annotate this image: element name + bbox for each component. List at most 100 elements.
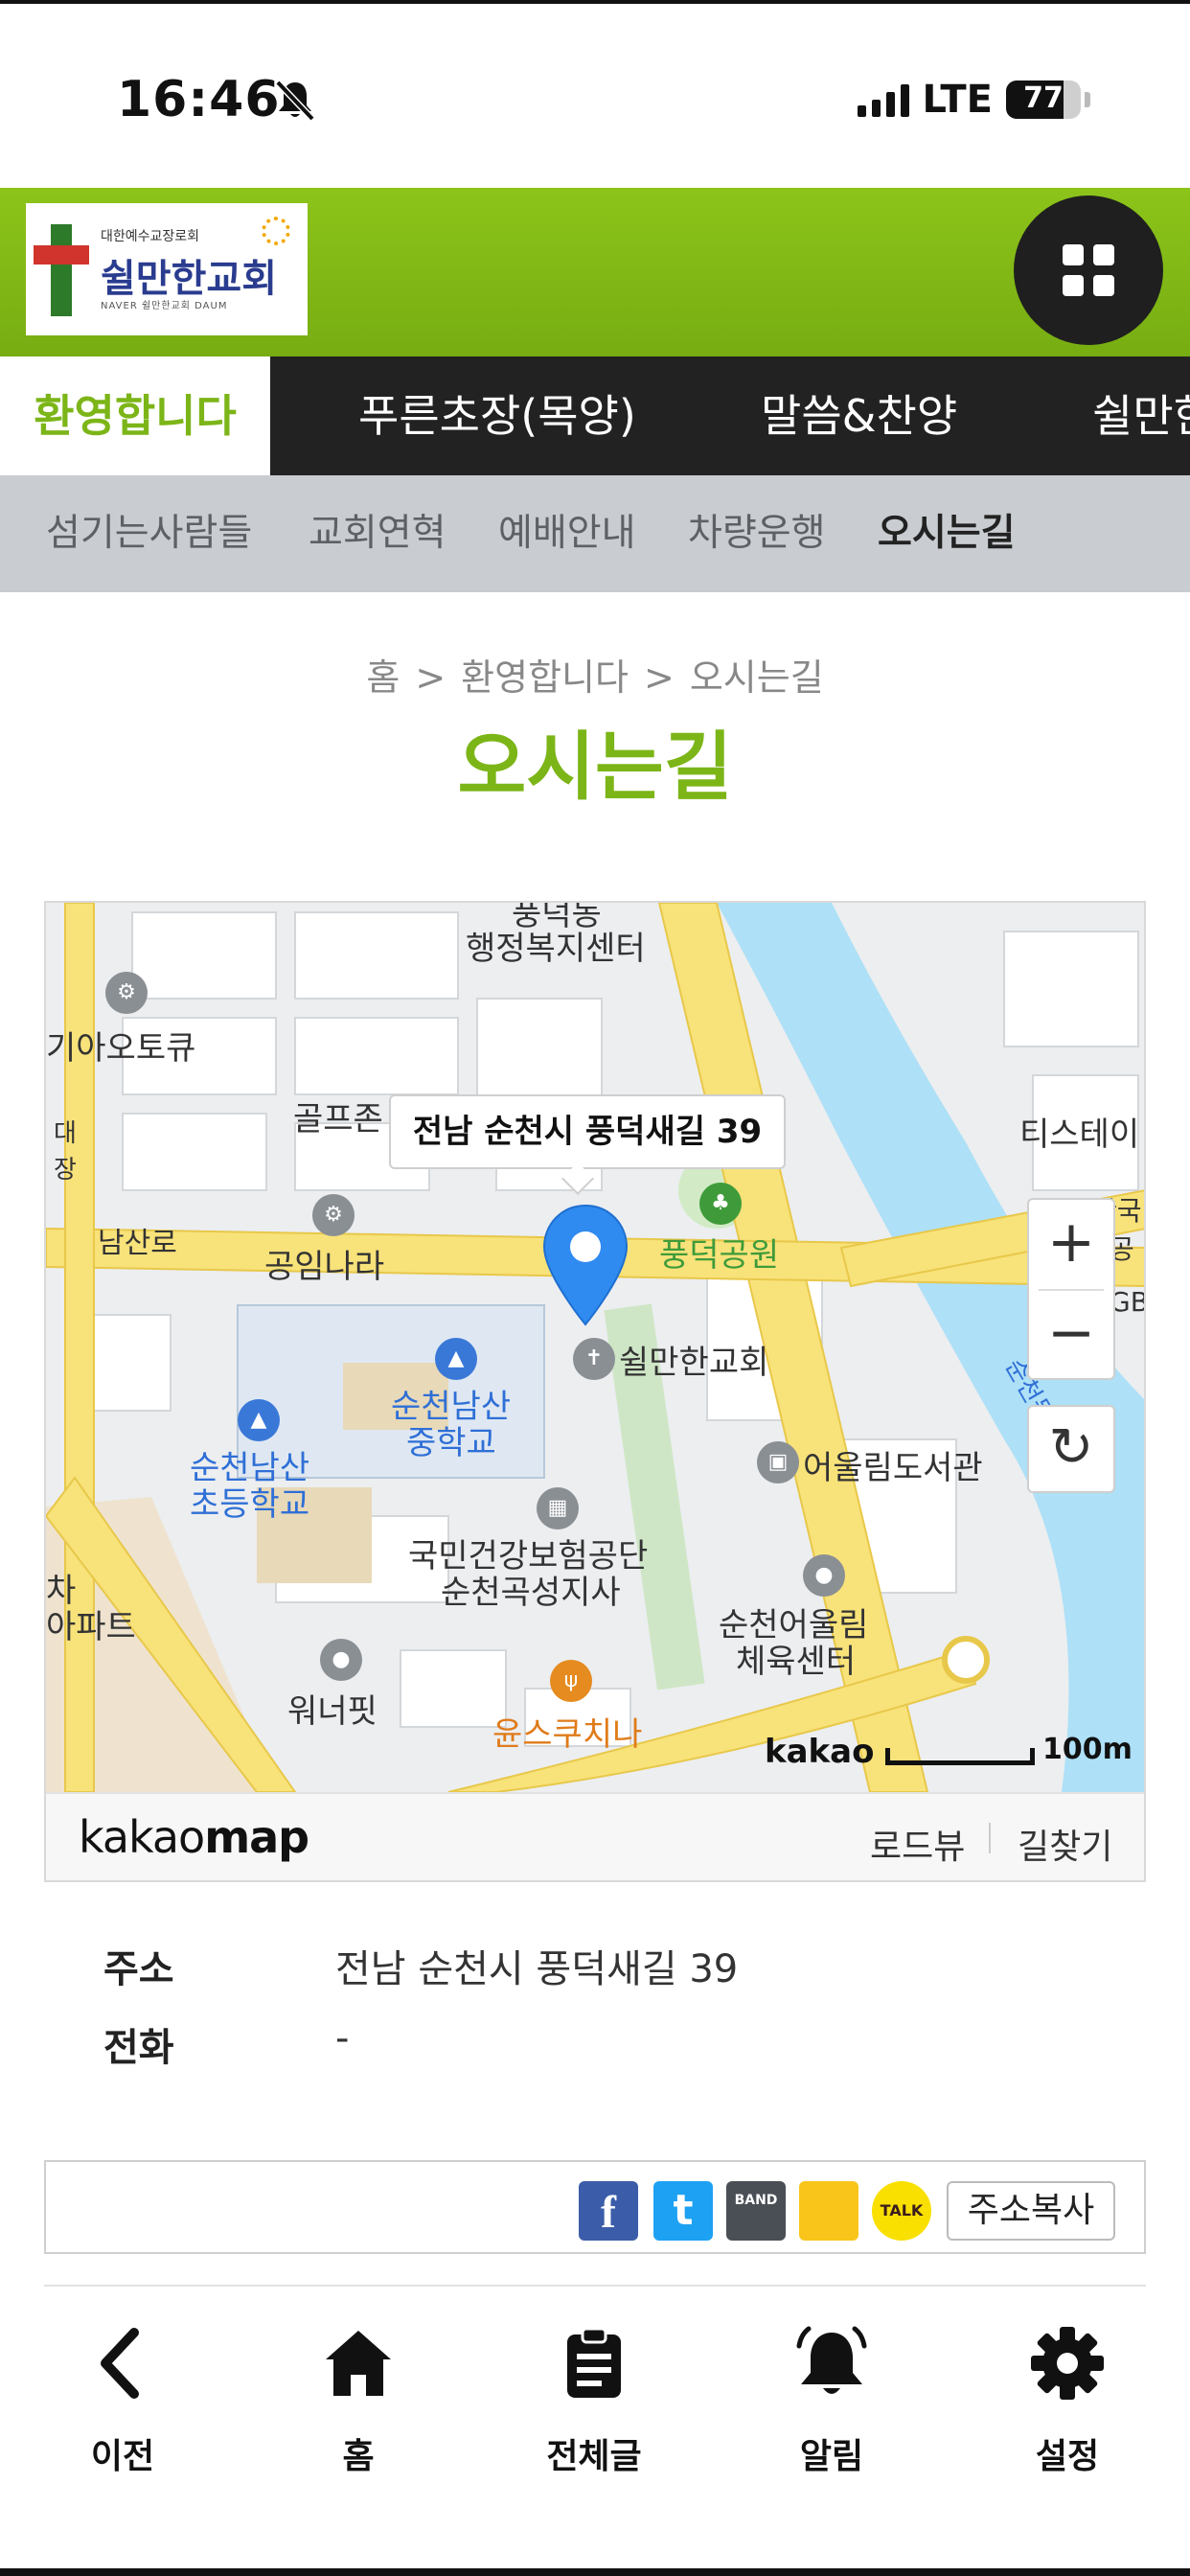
map-label-church: 쉴만한교회: [619, 1344, 769, 1382]
tab-notifications[interactable]: 알림: [713, 2300, 950, 2492]
main-nav-welcome[interactable]: 환영합니다: [0, 356, 270, 475]
car-repair-icon: ⚙: [312, 1194, 355, 1236]
gear-icon: [1031, 2327, 1104, 2400]
zoom-in-button[interactable]: +: [1029, 1200, 1113, 1289]
sub-nav-servants[interactable]: 섬기는사람들: [46, 475, 252, 592]
car-service-icon: ⚙: [105, 972, 148, 1014]
tab-label: 이전: [90, 2437, 155, 2476]
kakaomap-logo-bold: map: [204, 1811, 309, 1863]
cross-bar: [34, 245, 89, 264]
phone-label: 전화: [103, 2026, 174, 2070]
refresh-icon[interactable]: ↻: [1027, 1405, 1115, 1493]
kakaotalk-icon[interactable]: TALK: [872, 2181, 931, 2241]
share-bar: f t BAND TALK 주소복사: [44, 2160, 1146, 2254]
network-type: LTE: [922, 78, 993, 122]
map-attribution: kakao: [765, 1733, 875, 1771]
logo-denomination: 대한예수교장로회: [101, 229, 200, 244]
screen-edge: [0, 2568, 1190, 2576]
sub-nav-directions[interactable]: 오시는길: [878, 475, 1016, 592]
address-value: 전남 순천시 풍덕새길 39: [335, 1947, 739, 1991]
map-label-wonderfit: 워너핏: [287, 1692, 378, 1731]
sub-nav-worship[interactable]: 예배안내: [498, 475, 636, 592]
map-label-nhis-2: 순천곡성지사: [441, 1574, 621, 1612]
church-logo[interactable]: 대한예수교장로회 쉴만한교회 NAVER 쉴만한교회 DAUM: [26, 203, 308, 335]
home-icon: [326, 2331, 391, 2396]
clipboard-icon: [567, 2327, 621, 2398]
map-label-park: 풍덕공원: [659, 1236, 780, 1275]
breadcrumb-current[interactable]: 오시는길: [690, 656, 824, 699]
tab-label: 알림: [799, 2437, 864, 2476]
zoom-out-button[interactable]: −: [1029, 1291, 1113, 1380]
copy-address-button[interactable]: 주소복사: [947, 2181, 1115, 2241]
bell-muted-icon: [275, 80, 315, 122]
grid-icon-square: [1093, 244, 1114, 265]
map-footer: kakaomap 로드뷰 길찾기: [46, 1792, 1144, 1880]
grid-icon-square: [1093, 275, 1114, 296]
bell-icon: [796, 2326, 867, 2394]
site-header: 대한예수교장로회 쉴만한교회 NAVER 쉴만한교회 DAUM: [0, 188, 1190, 356]
map-label-elementary-2: 초등학교: [190, 1485, 310, 1524]
map-label-yoonsu: 윤스쿠치나: [492, 1715, 643, 1754]
map-canvas[interactable]: 풍덕동 행정복지센터 ⚙ 기아오토큐 골프존 티스테이 장 대 한국 공 GB …: [46, 903, 1144, 1792]
link-divider: [989, 1823, 991, 1853]
main-nav-shelter[interactable]: 쉴만한: [1092, 356, 1190, 475]
location-pin-icon[interactable]: [542, 1204, 629, 1328]
signal-icon: [857, 82, 909, 117]
breadcrumb: 홈 > 환영합니다 > 오시는길: [0, 648, 1190, 701]
chevron-right-icon: >: [643, 656, 675, 699]
sub-nav-vehicle[interactable]: 차량운행: [688, 475, 826, 592]
library-icon: ▣: [757, 1441, 799, 1484]
bottom-tab-bar: 이전 홈 전체글 알림 설정: [0, 2300, 1190, 2576]
tab-label: 설정: [1035, 2437, 1100, 2476]
map-label-sports-2: 체육센터: [736, 1643, 857, 1681]
main-nav-pasture[interactable]: 푸른초장(목양): [358, 356, 636, 475]
tab-label: 전체글: [546, 2437, 642, 2476]
building-icon: ▦: [537, 1487, 579, 1530]
park-icon: ♣: [699, 1183, 742, 1225]
directions-link[interactable]: 길찾기: [1018, 1819, 1112, 1869]
grid-icon: [1063, 244, 1084, 265]
logo-name: 쉴만한교회: [101, 257, 277, 301]
map-label-admin-center: 행정복지센터: [466, 930, 646, 968]
facebook-icon[interactable]: f: [579, 2181, 638, 2241]
phone-value: -: [335, 2016, 350, 2060]
back-icon: [101, 2328, 139, 2399]
map-label-side-2: 대: [54, 1119, 77, 1148]
kakaomap-logo-light: kakao: [79, 1811, 205, 1863]
tab-all-posts[interactable]: 전체글: [475, 2300, 713, 2492]
cross-icon: [51, 224, 72, 316]
map-label-side-1: 장: [54, 1156, 77, 1184]
tab-label: 홈: [342, 2437, 375, 2476]
roadview-link[interactable]: 로드뷰: [870, 1819, 965, 1869]
sub-nav-history[interactable]: 교회연혁: [309, 475, 446, 592]
battery-level: 77: [1023, 81, 1064, 115]
address-tooltip: 전남 순천시 풍덕새길 39: [389, 1094, 786, 1169]
map-label-gongim: 공임나라: [264, 1248, 385, 1286]
kakaomap-logo[interactable]: kakaomap: [79, 1811, 309, 1863]
kakao-map[interactable]: 풍덕동 행정복지센터 ⚙ 기아오토큐 골프존 티스테이 장 대 한국 공 GB …: [44, 901, 1146, 1882]
page-title: 오시는길: [457, 724, 733, 811]
kakaostory-icon[interactable]: [799, 2181, 858, 2241]
church-poi-icon: ✝: [573, 1338, 615, 1380]
tab-settings[interactable]: 설정: [949, 2300, 1186, 2492]
sports-icon: ●: [803, 1554, 845, 1597]
menu-button[interactable]: [1014, 196, 1163, 345]
map-label-library: 어울림도서관: [803, 1449, 983, 1487]
main-nav-word[interactable]: 말씀&찬양: [761, 356, 957, 475]
twitter-icon[interactable]: t: [653, 2181, 713, 2241]
zoom-control: + −: [1027, 1198, 1115, 1380]
tab-back[interactable]: 이전: [4, 2300, 241, 2492]
battery-cap: [1085, 92, 1090, 107]
breadcrumb-welcome[interactable]: 환영합니다: [461, 656, 629, 699]
band-icon[interactable]: BAND: [726, 2181, 786, 2241]
breadcrumb-home[interactable]: 홈: [366, 656, 400, 699]
map-label-golfzone: 골프존: [293, 1100, 383, 1138]
scale-label: 100m: [1042, 1733, 1133, 1766]
battery-icon: 77: [1006, 80, 1081, 119]
sub-nav: 섬기는사람들 교회연혁 예배안내 차량운행 오시는길: [0, 475, 1190, 592]
logo-sub: NAVER 쉴만한교회 DAUM: [101, 301, 228, 311]
main-nav: 환영합니다 푸른초장(목양) 말씀&찬양 쉴만한: [0, 356, 1190, 475]
restaurant-icon: ψ: [550, 1660, 592, 1702]
tab-home[interactable]: 홈: [240, 2300, 477, 2492]
status-bar: 16:46 LTE 77: [0, 0, 1190, 188]
